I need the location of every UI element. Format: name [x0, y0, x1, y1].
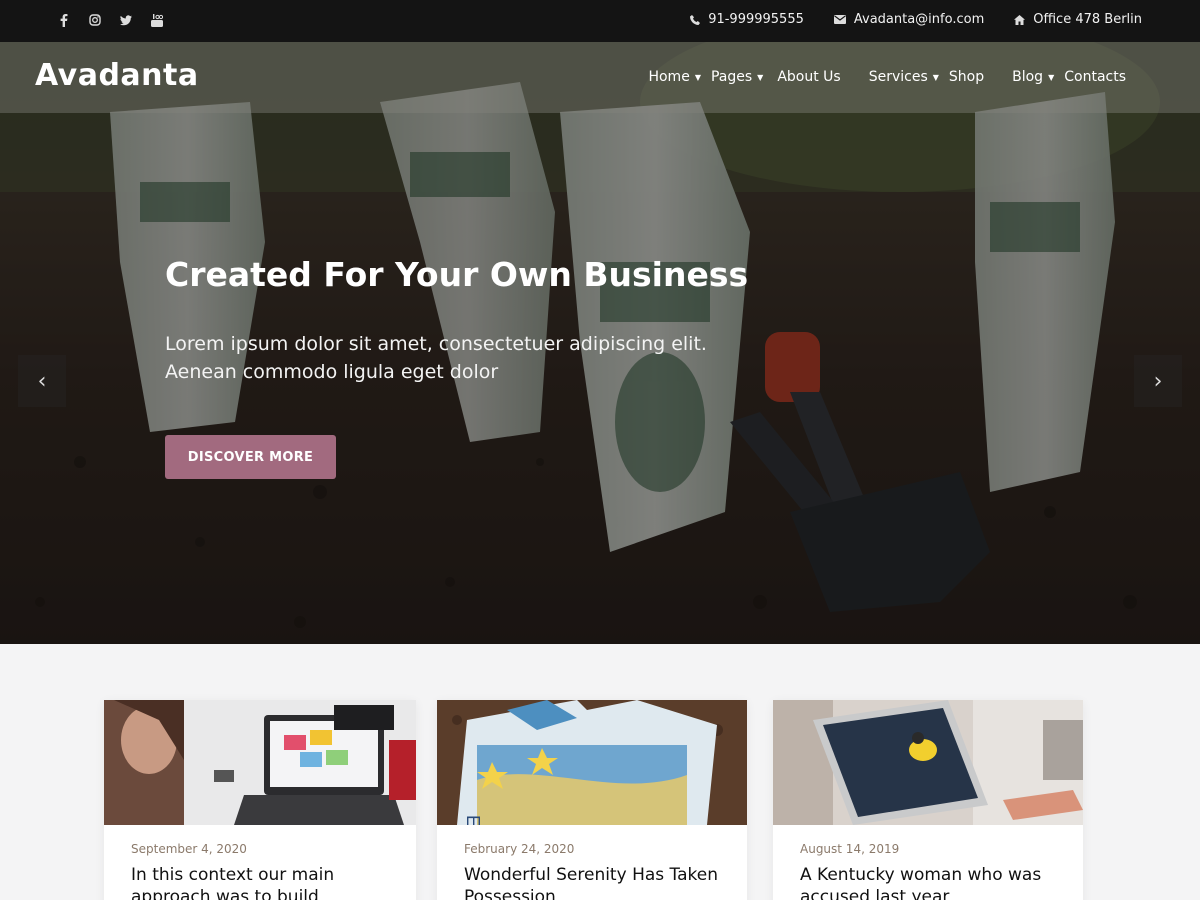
nav-item-label: About Us [777, 69, 841, 85]
hero-description: Lorem ipsum dolor sit amet, consectetuer… [165, 330, 725, 386]
social-links [58, 13, 163, 27]
nav-item-services[interactable]: Services ▼ [869, 69, 939, 85]
youtube-icon[interactable] [151, 13, 163, 27]
post-title[interactable]: Wonderful Serenity Has Taken Possession [464, 864, 734, 900]
nav-item-label: Home [648, 69, 690, 85]
instagram-icon[interactable] [89, 13, 101, 27]
facebook-icon[interactable] [58, 13, 70, 27]
nav-item-pages[interactable]: Pages ▼ [711, 69, 763, 85]
chevron-down-icon: ▼ [932, 72, 939, 82]
nav-item-label: Pages [710, 69, 753, 85]
post-card[interactable]: August 14, 2019 A Kentucky woman who was… [773, 700, 1083, 900]
phone-number: 91-999995555 [708, 12, 804, 27]
nav-item-about-us[interactable]: About Us [777, 69, 840, 85]
post-date: September 4, 2020 [131, 842, 247, 856]
phone-contact[interactable]: 91-999995555 [690, 12, 804, 27]
discover-more-button[interactable]: DISCOVER MORE [165, 435, 336, 479]
nav-item-shop[interactable]: Shop [949, 69, 984, 85]
nav-item-label: Contacts [1064, 69, 1126, 85]
nav-item-blog[interactable]: Blog ▼ [1012, 69, 1054, 85]
chevron-right-icon: › [1153, 368, 1163, 394]
post-title[interactable]: In this context our main approach was to… [131, 864, 401, 900]
contact-info: 91-999995555 Avadanta@info.com Office 47… [690, 12, 1142, 27]
slider-next-button[interactable]: › [1134, 355, 1182, 407]
nav-item-contacts[interactable]: Contacts [1064, 69, 1126, 85]
main-navbar: Avadanta Home ▼ Pages ▼ About Us Service… [0, 42, 1200, 113]
post-thumbnail[interactable] [104, 700, 416, 825]
slider-prev-button[interactable]: ‹ [18, 355, 66, 407]
office-address: Office 478 Berlin [1033, 12, 1142, 27]
chevron-down-icon: ▼ [757, 72, 764, 82]
top-bar: 91-999995555 Avadanta@info.com Office 47… [0, 0, 1200, 42]
post-card[interactable]: September 4, 2020 In this context our ma… [104, 700, 416, 900]
recent-posts-section: September 4, 2020 In this context our ma… [0, 644, 1200, 900]
nav-item-home[interactable]: Home ▼ [648, 69, 701, 85]
email-address: Avadanta@info.com [853, 12, 985, 27]
hero-description-line-2: Aenean commodo ligula eget dolor [165, 361, 499, 383]
svg-text:EUR: EUR [463, 815, 483, 825]
hero-title: Created For Your Own Business [165, 255, 749, 294]
twitter-icon[interactable] [120, 13, 132, 27]
post-title[interactable]: A Kentucky woman who was accused last ye… [800, 864, 1070, 900]
nav-item-label: Blog [1012, 69, 1044, 85]
chevron-left-icon: ‹ [37, 368, 47, 394]
email-contact[interactable]: Avadanta@info.com [833, 12, 985, 27]
post-thumbnail[interactable] [773, 700, 1083, 825]
address-contact: Office 478 Berlin [1014, 12, 1142, 27]
hero-description-line-1: Lorem ipsum dolor sit amet, consectetuer… [165, 333, 707, 355]
post-date: February 24, 2020 [464, 842, 575, 856]
main-menu: Home ▼ Pages ▼ About Us Services ▼ Shop … [648, 69, 1126, 85]
post-thumbnail[interactable]: EUR [437, 700, 747, 825]
chevron-down-icon: ▼ [694, 72, 701, 82]
chevron-down-icon: ▼ [1048, 72, 1055, 82]
nav-item-label: Shop [948, 69, 985, 85]
phone-icon [690, 14, 701, 25]
home-icon [1014, 14, 1026, 25]
nav-item-label: Services [868, 69, 928, 85]
site-logo[interactable]: Avadanta [35, 58, 199, 93]
post-card[interactable]: EUR February 24, 2020 Wonderful Serenity… [437, 700, 747, 900]
envelope-icon [833, 15, 846, 24]
post-date: August 14, 2019 [800, 842, 900, 856]
